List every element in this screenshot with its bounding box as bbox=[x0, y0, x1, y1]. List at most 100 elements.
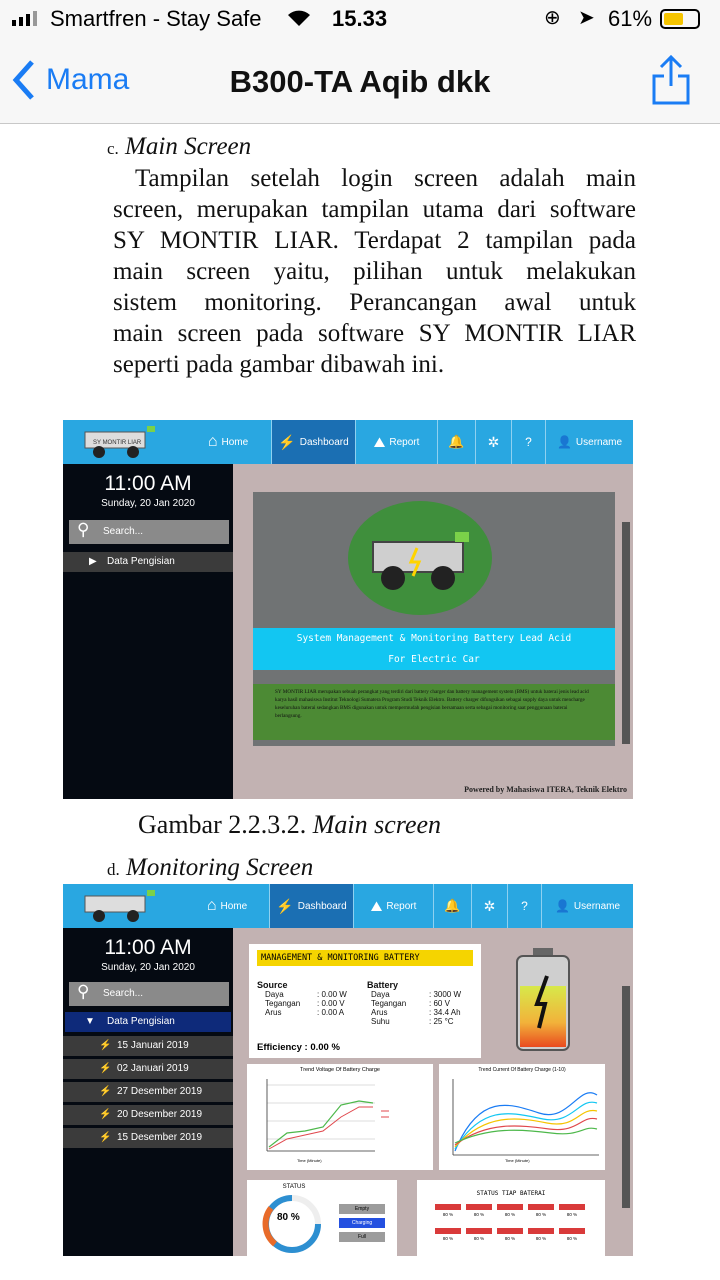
menu-home[interactable]: ⌂ Home bbox=[185, 420, 271, 464]
menu-report[interactable]: ⛰ Report bbox=[355, 420, 437, 464]
battery-percent: 61% bbox=[608, 6, 653, 31]
battery-cell: 80 % bbox=[559, 1204, 585, 1217]
para-line: seperti pada gambar dibawah ini. bbox=[113, 351, 445, 378]
sidebar-item-data-pengisian[interactable]: ▶ Data Pengisian bbox=[63, 552, 233, 572]
cell-percent: 80 % bbox=[535, 1212, 547, 1217]
cell-percent: 80 % bbox=[442, 1236, 454, 1241]
user-icon: 👤 bbox=[556, 435, 572, 449]
plug-icon: ⚡ bbox=[278, 433, 296, 450]
share-icon[interactable] bbox=[650, 54, 692, 106]
cells-title: STATUS TIAP BATERAI bbox=[476, 1190, 546, 1197]
x-axis-label: Time (Minute) bbox=[297, 1158, 322, 1163]
cell-bar bbox=[528, 1228, 554, 1234]
cell-bar bbox=[435, 1204, 461, 1210]
logo-text: SY MONTIR LIAR bbox=[93, 440, 142, 446]
status-empty-button[interactable]: Empty bbox=[339, 1204, 385, 1214]
current-chart-panel: Trend Current Of Battery Charge (1-10) T… bbox=[439, 1064, 605, 1170]
mountain-icon: ⛰ bbox=[373, 433, 386, 450]
main-content: System Management & Monitoring Battery L… bbox=[233, 464, 633, 799]
cell-percent: 80 % bbox=[473, 1212, 485, 1217]
home-icon: ⌂ bbox=[207, 433, 218, 450]
status-percent: 80 % bbox=[277, 1212, 300, 1223]
efficiency-readout: Efficiency : 0.00 % bbox=[257, 1042, 340, 1053]
alarm-icon[interactable]: 🔔 bbox=[433, 884, 471, 928]
status-gauge bbox=[262, 1195, 321, 1253]
cell-percent: 80 % bbox=[566, 1236, 578, 1241]
menu-username[interactable]: 👤 Username bbox=[545, 420, 633, 464]
plug-icon: ⚡ bbox=[99, 1109, 112, 1120]
para-line: sistem monitoring. Perancangan awal untu… bbox=[113, 289, 636, 316]
gear-icon[interactable]: ✲ bbox=[471, 884, 507, 928]
battery-cell: 80 % bbox=[435, 1204, 461, 1217]
cell-bar bbox=[435, 1228, 461, 1234]
date-item[interactable]: ⚡ 27 Desember 2019 bbox=[63, 1082, 233, 1102]
chart-title: Trend Voltage Of Battery Charge bbox=[300, 1067, 380, 1073]
wifi-icon bbox=[288, 10, 310, 26]
status-panel: STATUS 80 % Empty Charging Full bbox=[247, 1180, 397, 1256]
alarm-icon[interactable]: 🔔 bbox=[437, 420, 475, 464]
sidebar: 11:00 AM Sunday, 20 Jan 2020 ⚲ Search... … bbox=[63, 928, 233, 1256]
sidebar-item-data-pengisian[interactable]: ▼ Data Pengisian bbox=[65, 1012, 231, 1032]
plug-icon: ⚡ bbox=[99, 1086, 112, 1097]
search-icon: ⚲ bbox=[77, 982, 90, 1001]
caret-down-icon: ▼ bbox=[85, 1016, 95, 1027]
date-item[interactable]: ⚡ 15 Desember 2019 bbox=[63, 1128, 233, 1148]
battery-cell: 80 % bbox=[528, 1228, 554, 1241]
cell-bar bbox=[466, 1228, 492, 1234]
app-topbar: ⌂ Home ⚡ Dashboard ⛰ Report 🔔 ✲ ? 👤 Username bbox=[63, 884, 633, 928]
gear-icon[interactable]: ✲ bbox=[475, 420, 511, 464]
menu-dashboard[interactable]: ⚡ Dashboard bbox=[271, 420, 355, 464]
sidebar-time: 11:00 AM bbox=[104, 472, 192, 495]
status-full-button[interactable]: Full bbox=[339, 1232, 385, 1242]
search-input[interactable]: ⚲ Search... bbox=[69, 520, 229, 544]
monitoring-screen-image: ⌂ Home ⚡ Dashboard ⛰ Report 🔔 ✲ ? 👤 Username… bbox=[63, 884, 633, 1256]
chart-title: Trend Current Of Battery Charge (1-10) bbox=[478, 1067, 566, 1073]
date-item[interactable]: ⚡ 15 Januari 2019 bbox=[63, 1036, 233, 1056]
battery-cell: 80 % bbox=[497, 1204, 523, 1217]
scrollbar[interactable] bbox=[622, 522, 630, 744]
cell-bar bbox=[559, 1204, 585, 1210]
carrier-label: Smartfren - Stay Safe bbox=[50, 6, 262, 31]
back-button[interactable]: Mama bbox=[12, 58, 129, 102]
scrollbar[interactable] bbox=[622, 986, 630, 1208]
intro-card: System Management & Monitoring Battery L… bbox=[253, 492, 615, 746]
x-axis-label: Time (Minute) bbox=[505, 1158, 530, 1163]
help-icon[interactable]: ? bbox=[507, 884, 541, 928]
status-charging-button[interactable]: Charging bbox=[339, 1218, 385, 1228]
section-c-heading: c. Main Screen bbox=[107, 133, 252, 160]
date-item[interactable]: ⚡ 20 Desember 2019 bbox=[63, 1105, 233, 1125]
cell-bar bbox=[466, 1204, 492, 1210]
rotation-lock-icon: ⊕ bbox=[544, 7, 561, 29]
signal-icon bbox=[12, 11, 37, 26]
menu-report[interactable]: ⛰ Report bbox=[353, 884, 433, 928]
source-heading: Source bbox=[257, 980, 288, 990]
para-line: Tampilan setelah login screen adalah mai… bbox=[135, 165, 636, 192]
search-input[interactable]: ⚲ Search... bbox=[69, 982, 229, 1006]
cell-bar bbox=[559, 1228, 585, 1234]
para-line: screen, merupakan tampilan utama dari so… bbox=[113, 196, 636, 223]
plug-icon: ⚡ bbox=[99, 1132, 112, 1143]
section-d-heading: d. Monitoring Screen bbox=[107, 854, 314, 881]
help-icon[interactable]: ? bbox=[511, 420, 545, 464]
menu-dashboard[interactable]: ⚡ Dashboard bbox=[269, 884, 353, 928]
search-icon: ⚲ bbox=[77, 520, 90, 539]
footer-text: Powered by Mahasiswa ITERA, Teknik Elekt… bbox=[464, 785, 627, 794]
navigation-bar: Mama B300-TA Aqib dkk bbox=[0, 38, 720, 124]
mountain-icon: ⛰ bbox=[370, 897, 383, 914]
cell-percent: 80 % bbox=[535, 1236, 547, 1241]
app-logo: SY MONTIR LIAR bbox=[63, 420, 185, 464]
description-box: SY MONTIR LIAR merupakan sebuah perangka… bbox=[253, 684, 615, 740]
battery-cells-panel: STATUS TIAP BATERAI 80 % 80 % 80 % 80 % 80 %… bbox=[417, 1180, 605, 1256]
menu-home[interactable]: ⌂ Home bbox=[185, 884, 269, 928]
menu-username[interactable]: 👤 Username bbox=[541, 884, 633, 928]
date-item[interactable]: ⚡ 02 Januari 2019 bbox=[63, 1059, 233, 1079]
main-screen-image: SY MONTIR LIAR ⌂ Home ⚡ Dashboard ⛰ Report … bbox=[63, 420, 633, 799]
cell-bar bbox=[497, 1228, 523, 1234]
battery-cell: 80 % bbox=[559, 1228, 585, 1241]
document-page: c. Main Screen Tampilan setelah login sc… bbox=[0, 125, 720, 1280]
battery-info-panel: MANAGEMENT & MONITORING BATTERY Source D… bbox=[249, 944, 481, 1058]
location-icon: ➤ bbox=[578, 7, 595, 29]
page-title: B300-TA Aqib dkk bbox=[229, 64, 491, 99]
battery-cell: 80 % bbox=[466, 1228, 492, 1241]
status-bar: Smartfren - Stay Safe 15.33 ⊕ ➤ 61% bbox=[0, 0, 720, 38]
